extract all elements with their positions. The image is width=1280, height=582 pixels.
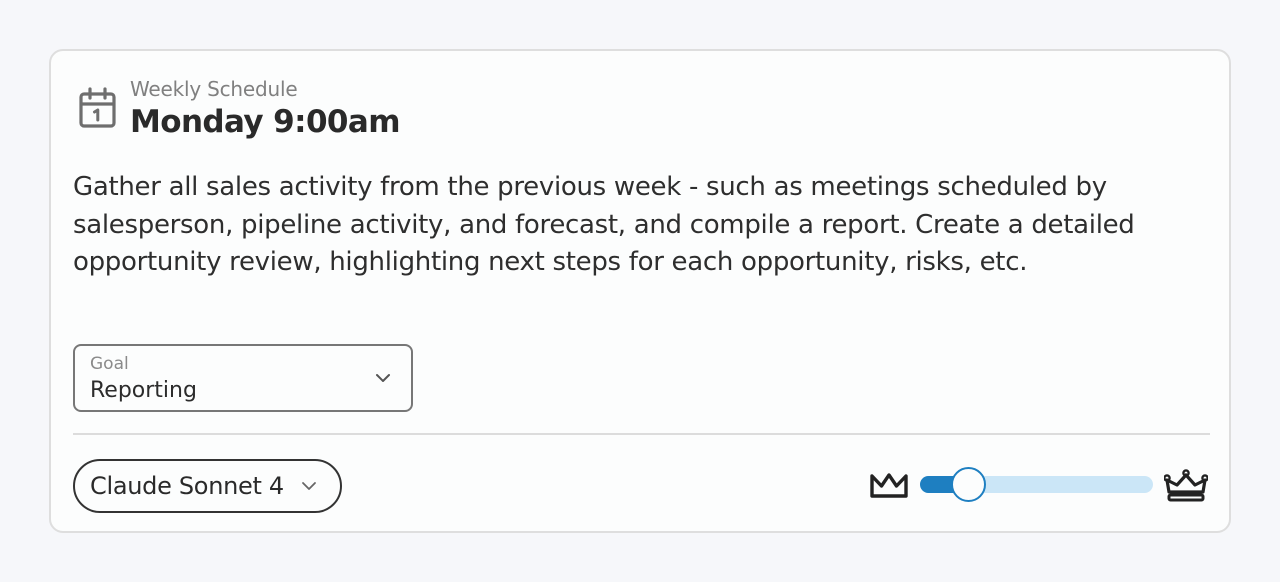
task-description: Gather all sales activity from the previ… bbox=[73, 172, 1135, 277]
model-label: Claude Sonnet 4 bbox=[90, 472, 284, 500]
crown-icon bbox=[870, 473, 908, 498]
chevron-down-icon bbox=[301, 482, 316, 490]
divider bbox=[73, 433, 1210, 435]
chevron-down-icon bbox=[376, 374, 390, 382]
model-selector-button[interactable]: Claude Sonnet 4 bbox=[73, 459, 342, 513]
goal-value: Reporting bbox=[90, 378, 197, 403]
effort-slider-thumb[interactable] bbox=[951, 467, 987, 502]
header-text: Weekly Schedule Monday 9:00am bbox=[130, 77, 401, 141]
schedule-card: Weekly Schedule Monday 9:00am Gather all… bbox=[49, 49, 1231, 533]
calendar-icon bbox=[79, 87, 116, 128]
goal-dropdown[interactable]: Goal Reporting bbox=[73, 344, 413, 412]
crown-jewel-icon bbox=[1164, 469, 1208, 502]
card-header: Weekly Schedule Monday 9:00am bbox=[78, 77, 401, 141]
schedule-time: Monday 9:00am bbox=[130, 104, 401, 140]
effort-slider[interactable] bbox=[920, 467, 1153, 502]
schedule-frequency: Weekly Schedule bbox=[130, 77, 298, 101]
goal-label: Goal bbox=[90, 354, 129, 374]
